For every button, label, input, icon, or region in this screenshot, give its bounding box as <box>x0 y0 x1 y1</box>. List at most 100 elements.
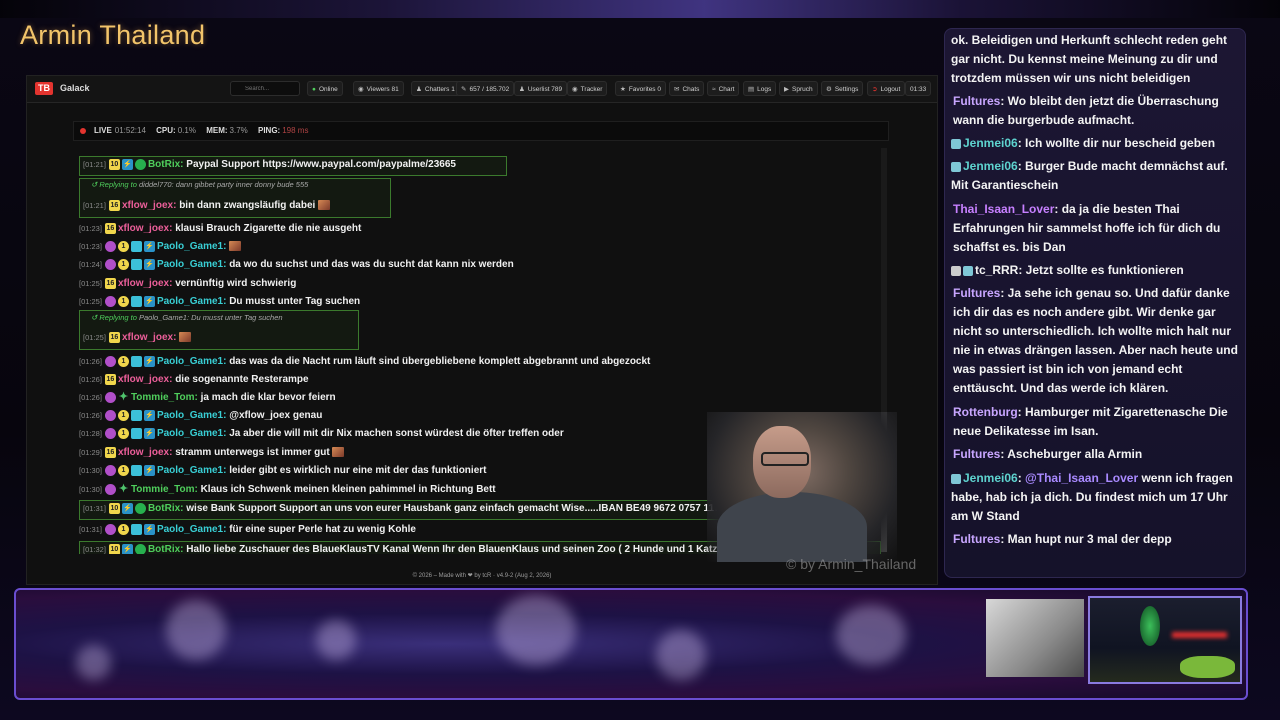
chat-message: [01:21] 10 ⚡ BotRix: Paypal Support https:/… <box>83 158 456 170</box>
gift-badge-icon <box>130 295 142 307</box>
badge-icon <box>951 473 961 484</box>
verified-badge-icon: ⚡ <box>143 427 155 439</box>
bokeh-light <box>496 595 576 665</box>
logs-button[interactable]: ▤ Logs <box>743 81 777 96</box>
floor-object <box>1180 656 1235 678</box>
username[interactable]: xflow_joex: <box>122 332 176 343</box>
logs-icon: ▤ <box>748 86 755 93</box>
overlay-message: Fultures: Man hupt nur 3 mal der depp <box>953 532 1172 546</box>
chats-button[interactable]: ✉ Chats <box>669 81 705 96</box>
chat-message: [01:29] 16 xflow_joex: stramm unterwegs is… <box>79 444 345 462</box>
username[interactable]: Paolo_Game1: <box>157 465 226 476</box>
chat-message: [01:23] 16 xflow_joex: klausi Brauch Zigar… <box>79 222 362 234</box>
reply-context: ↺ Replying to Paolo_Game1: Du musst unte… <box>91 313 283 322</box>
coin-badge-icon: 1 <box>117 355 129 367</box>
username[interactable]: BotRix: <box>148 544 184 554</box>
chart-button[interactable]: ≈ Chart <box>707 81 740 96</box>
overlay-message: Fultures: Ja sehe ich genau so. Und dafü… <box>953 286 1238 395</box>
username[interactable]: Paolo_Game1: <box>157 356 226 367</box>
bokeh-light <box>76 645 111 680</box>
chat-message: [01:24] 1 ⚡ Paolo_Game1: da wo du suchst un… <box>79 258 514 270</box>
online-button[interactable]: ● Online <box>307 81 343 96</box>
crown-badge-icon <box>104 409 116 421</box>
chat-icon: ✎ <box>461 86 467 93</box>
tracker-button[interactable]: ◉ Tracker <box>567 81 608 96</box>
crown-badge-icon <box>104 464 116 476</box>
badge-icon <box>951 161 961 172</box>
username[interactable]: Paolo_Game1: <box>157 296 226 307</box>
bokeh-light <box>316 620 356 660</box>
verified-badge-icon: ⚡ <box>143 464 155 476</box>
crown-badge-icon <box>104 523 116 535</box>
logout-icon: ➲ <box>872 86 878 93</box>
top-glow <box>0 0 1280 18</box>
mem-label: MEM: <box>206 126 228 135</box>
app-navbar: TB Galack ⚲ ●Online ◉Viewers 81 ♟Chatter… <box>27 76 937 103</box>
chats-icon: ✉ <box>674 86 680 93</box>
sub-badge-icon: 16 <box>108 331 120 343</box>
overlay-message: Jenmei06: @Thai_Isaan_Lover wenn ich fra… <box>951 471 1233 523</box>
badge-icon <box>951 265 961 276</box>
username[interactable]: Paolo_Game1: <box>157 259 226 270</box>
chat-message: [01:26] ✦ Tommie_Tom: ja mach die klar bev… <box>79 390 336 403</box>
coin-badge-icon: 1 <box>117 523 129 535</box>
clock-display: 01:33 <box>905 81 932 96</box>
brand-logo[interactable]: TB <box>35 82 53 95</box>
spruch-button[interactable]: ▶ Spruch <box>779 81 818 96</box>
verified-badge-icon: ⚡ <box>143 409 155 421</box>
username[interactable]: Paolo_Game1: <box>157 410 226 421</box>
sub-badge-icon: 16 <box>104 446 116 458</box>
gift-badge-icon <box>130 409 142 421</box>
streamer-glasses <box>761 452 809 466</box>
sub-badge-icon: 16 <box>108 199 120 211</box>
verified-badge-icon: ⚡ <box>143 523 155 535</box>
brand-name[interactable]: Galack <box>60 83 90 93</box>
username[interactable]: xflow_joex: <box>118 223 172 234</box>
verified-badge-icon: ⚡ <box>121 158 133 170</box>
chat-message: [01:23] 1 ⚡ Paolo_Game1: <box>79 238 242 256</box>
emote-icon <box>229 241 242 252</box>
username[interactable]: Paolo_Game1: <box>157 428 226 439</box>
gift-badge-icon <box>130 427 142 439</box>
username[interactable]: BotRix: <box>148 503 184 514</box>
coin-badge-icon: 1 <box>117 427 129 439</box>
coin-badge-icon: 1 <box>117 464 129 476</box>
chat-message: [01:32] 10 ⚡ BotRix: Hallo liebe Zuschauer … <box>83 543 786 554</box>
crown-badge-icon <box>104 295 116 307</box>
status-bar: LIVE 01:52:14 CPU: 0.1% MEM: 3.7% PING: 198 … <box>73 121 889 141</box>
gift-badge-icon <box>130 464 142 476</box>
logout-button[interactable]: ➲ Logout <box>867 81 906 96</box>
overlay-message: Rottenburg: Hamburger mit Zigarettenasch… <box>953 405 1228 438</box>
badge-icon <box>963 265 973 276</box>
username[interactable]: Paolo_Game1: <box>157 524 226 535</box>
chatters-button[interactable]: ♟ Chatters 1 <box>411 81 460 96</box>
sparkle-badge-icon: ✦ <box>118 482 129 495</box>
username[interactable]: xflow_joex: <box>118 447 172 458</box>
viewers-button[interactable]: ◉ Viewers 81 <box>353 81 404 96</box>
mem-value: 3.7% <box>229 126 248 135</box>
settings-button[interactable]: ⚙ Settings <box>821 81 864 96</box>
username[interactable]: BotRix: <box>148 159 184 170</box>
username[interactable]: xflow_joex: <box>118 374 172 385</box>
tracker-icon: ◉ <box>572 86 578 93</box>
username[interactable]: Tommie_Tom: <box>131 484 198 495</box>
userlist-button[interactable]: ♟ Userlist 789 <box>514 81 568 96</box>
favorites-button[interactable]: ★ Favorites 0 <box>615 81 666 96</box>
sub-badge-icon: 16 <box>104 277 116 289</box>
watermark: © by Armin_Thailand <box>786 556 917 572</box>
footer-text: © 2026 – Made with ❤ by tcR · v4.9-2 (Au… <box>412 573 552 579</box>
reply-context: ↺ Replying to diddel770: dann gibbet par… <box>91 180 309 189</box>
users-icon: ♟ <box>416 86 422 93</box>
webcam-feed <box>707 412 897 562</box>
search-input[interactable] <box>230 81 300 96</box>
ping-value: 198 ms <box>282 126 309 135</box>
emote-icon <box>179 332 192 343</box>
bot-badge-icon <box>134 502 146 514</box>
username[interactable]: xflow_joex: <box>122 200 176 211</box>
username[interactable]: xflow_joex: <box>118 278 172 289</box>
username[interactable]: Tommie_Tom: <box>131 392 198 403</box>
crown-badge-icon <box>104 391 116 403</box>
messages-button[interactable]: ✎ 657 / 185.702 <box>456 81 515 96</box>
username[interactable]: Paolo_Game1: <box>157 241 226 252</box>
user-icon: ♟ <box>519 86 525 93</box>
